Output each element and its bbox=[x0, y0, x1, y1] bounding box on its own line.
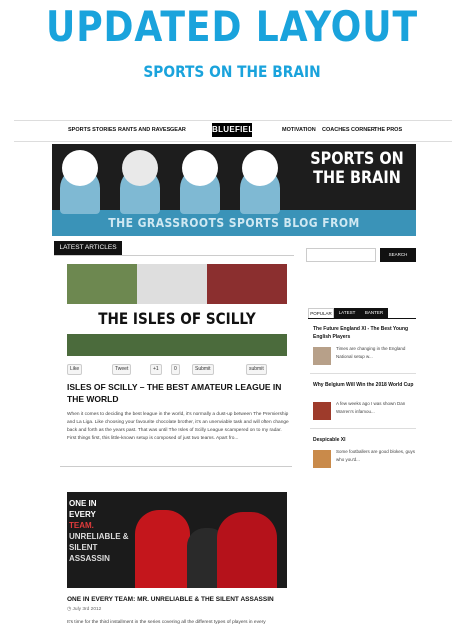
head-basketball-icon bbox=[118, 150, 162, 214]
banner-tagline: THE GRASSROOTS SPORTS BLOG FROM BLUEFIEL… bbox=[108, 216, 360, 230]
nav-item-rants-and-raves[interactable]: RANTS AND RAVES bbox=[118, 127, 170, 133]
hero-subtitle: SPORTS ON THE BRAIN bbox=[143, 62, 321, 81]
facebook-like-button[interactable]: Like bbox=[67, 364, 83, 375]
nav-item-sports-stories[interactable]: SPORTS STORIES bbox=[68, 127, 116, 133]
google-plus-count: 0 bbox=[171, 364, 180, 375]
nav-item-coaches-corner[interactable]: COACHES CORNER bbox=[322, 127, 375, 133]
latest-articles-label: LATEST ARTICLES bbox=[54, 241, 122, 255]
latest-articles-divider bbox=[54, 255, 294, 256]
post1-title[interactable]: ISLES OF SCILLY – THE BEST AMATEUR LEAGU… bbox=[67, 381, 292, 405]
sidebar-separator bbox=[310, 373, 416, 374]
post2-date: ◷ July 3rd 2012 bbox=[67, 607, 102, 612]
nav-item-motivation[interactable]: MOTIVATION bbox=[282, 127, 316, 133]
post1-image-title: THE ISLES OF SCILLY bbox=[98, 309, 256, 328]
sidebar-item-title[interactable]: The Future England XI - The Best Young E… bbox=[313, 325, 417, 341]
sidebar-separator bbox=[310, 428, 416, 429]
google-plus-button[interactable]: +1 bbox=[150, 364, 162, 375]
tab-popular[interactable]: POPULAR bbox=[308, 308, 334, 318]
header-banner[interactable]: SPORTS ON THE BRAIN THE GRASSROOTS SPORT… bbox=[52, 144, 416, 236]
sidebar-item-title[interactable]: Despicable XI bbox=[313, 436, 417, 444]
stumbleupon-submit-button[interactable]: Submit bbox=[192, 364, 214, 375]
sidebar-item-excerpt: Some footballers are good blokes, guys w… bbox=[336, 449, 416, 462]
tab-latest[interactable]: LATEST bbox=[334, 308, 360, 318]
sidebar-item-thumbnail[interactable] bbox=[313, 347, 331, 365]
sidebar-item-title[interactable]: Why Belgium Will Win the 2018 World Cup bbox=[313, 381, 417, 389]
head-volleyball-icon bbox=[238, 150, 282, 214]
head-baseball-icon bbox=[178, 150, 222, 214]
search-button[interactable]: SEARCH bbox=[380, 248, 416, 262]
sidebar-tabs: POPULAR LATEST BANTER bbox=[308, 308, 416, 319]
post-divider bbox=[60, 466, 292, 467]
post2-excerpt: It's time for the third installment in t… bbox=[67, 620, 266, 625]
search-input[interactable] bbox=[306, 248, 376, 262]
sidebar-item-excerpt: Times are changing in the England Nation… bbox=[336, 346, 406, 359]
nav-item-gear[interactable]: GEAR bbox=[170, 127, 186, 133]
site-logo[interactable]: BLUEFIELDS bbox=[212, 123, 265, 137]
hero-title: UPDATED LAYOUT bbox=[46, 2, 418, 51]
nav-item-the-pros[interactable]: THE PROS bbox=[374, 127, 402, 133]
tweet-button[interactable]: Tweet bbox=[112, 364, 132, 375]
tab-banter[interactable]: BANTER bbox=[360, 308, 388, 318]
post1-image[interactable]: THE ISLES OF SCILLY bbox=[67, 264, 287, 356]
reddit-submit-button[interactable]: submit bbox=[246, 364, 267, 375]
post2-image-text: ONE IN EVERY TEAM. UNRELIABLE & SILENT A… bbox=[69, 499, 129, 563]
post1-excerpt: When it comes to deciding the best leagu… bbox=[67, 412, 289, 441]
sidebar-item-thumbnail[interactable] bbox=[313, 402, 331, 420]
post2-image[interactable]: ONE IN EVERY TEAM. UNRELIABLE & SILENT A… bbox=[67, 492, 287, 588]
sidebar-item-thumbnail[interactable] bbox=[313, 450, 331, 468]
banner-title: SPORTS ON THE BRAIN bbox=[310, 149, 404, 188]
post2-title[interactable]: ONE IN EVERY TEAM: MR. UNRELIABLE & THE … bbox=[67, 596, 297, 603]
sidebar-item-excerpt: A few weeks ago I was shown Dan Warren's… bbox=[336, 401, 406, 414]
head-soccer-icon bbox=[58, 150, 102, 214]
